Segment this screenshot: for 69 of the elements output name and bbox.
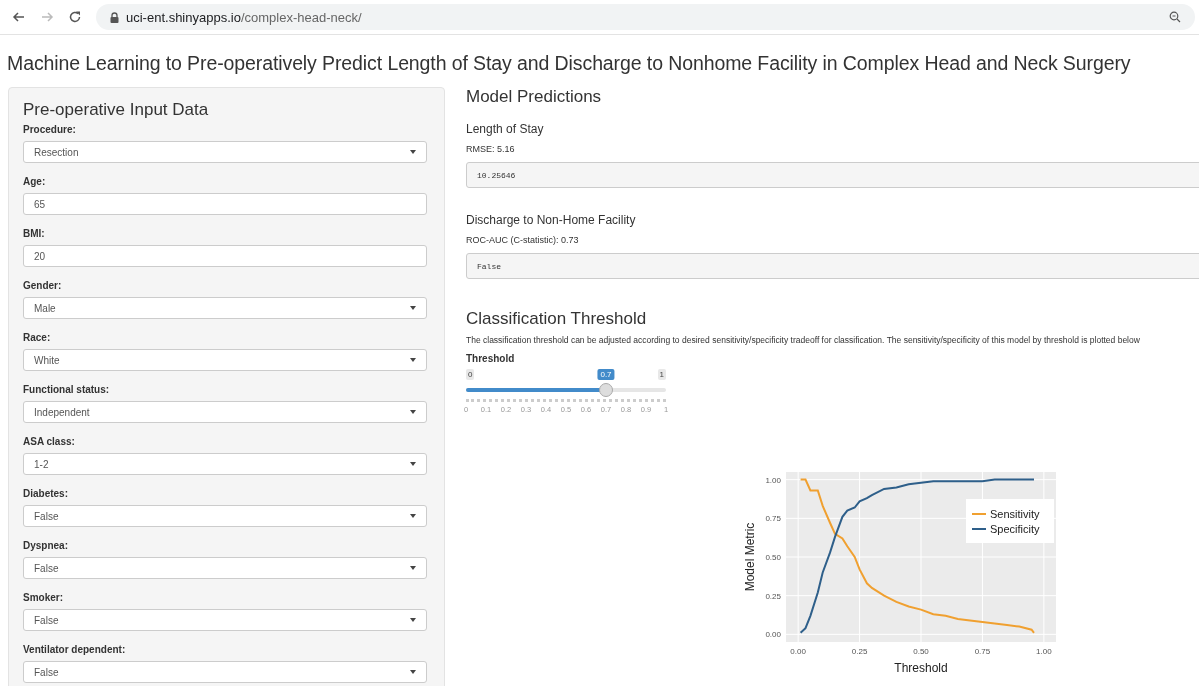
caret-icon (410, 150, 416, 154)
x-tick-label: 0.00 (790, 647, 806, 656)
url-host: uci-ent.shinyapps.io (126, 9, 241, 25)
field-label: Smoker: (23, 592, 64, 604)
select-field[interactable]: Male (23, 297, 427, 319)
back-icon[interactable] (12, 10, 26, 24)
select-field[interactable]: Resection (23, 141, 427, 163)
output-value: 10.25646 (466, 162, 1199, 188)
section-title: Model Predictions (466, 87, 603, 107)
output-value: False (466, 253, 1199, 279)
select-field[interactable]: 1-2 (23, 453, 427, 475)
caret-icon (410, 462, 416, 466)
field-label: Procedure: (23, 124, 77, 136)
select-field[interactable]: Independent (23, 401, 427, 423)
field-label: Functional status: (23, 384, 111, 396)
select-field[interactable]: False (23, 557, 427, 579)
select-field[interactable]: False (23, 505, 427, 527)
input-field[interactable]: 20 (23, 245, 427, 267)
x-tick-label: 0.25 (851, 647, 868, 656)
y-tick-label: 0.00 (765, 630, 781, 640)
caret-icon (410, 306, 416, 310)
caret-icon (410, 410, 416, 414)
value-label: 0.7 (597, 369, 615, 380)
field-label: Gender: (23, 280, 63, 292)
output-title: Length of Stay (466, 122, 545, 136)
caret-icon (410, 514, 416, 518)
x-tick-label: 1.00 (1036, 647, 1052, 656)
caret-icon (410, 670, 416, 674)
select-field[interactable]: False (23, 609, 427, 631)
output-title: Discharge to Non-Home Facility (466, 213, 637, 227)
y-axis-title: Model Metric (743, 522, 757, 592)
legend-label: Sensitivity (990, 508, 1040, 520)
y-tick-label: 0.50 (765, 553, 781, 562)
min-label: 0 (466, 369, 475, 380)
url-path: /complex-head-neck/ (240, 9, 362, 25)
caret-icon (410, 618, 416, 622)
page-title: Machine Learning to Pre-operatively Predict Length of Stay and Discharge to Nonhome Facility in Complex Head and Neck Surgery (7, 52, 1132, 75)
field-label: ASA class: (23, 436, 76, 448)
field-label: Age: (23, 176, 47, 188)
lock-icon (110, 11, 119, 23)
reload-icon[interactable] (68, 10, 82, 24)
section-title: Classification Threshold (466, 309, 648, 329)
max-label: 1 (657, 369, 666, 380)
select-field[interactable]: False (23, 661, 427, 683)
panel-title: Pre-operative Input Data (23, 100, 210, 120)
metric-text: RMSE: 5.16 (466, 144, 516, 154)
field-label: Dyspnea: (23, 540, 69, 552)
caret-icon (410, 566, 416, 570)
select-field[interactable]: White (23, 349, 427, 371)
x-axis-title: Threshold (894, 661, 948, 675)
legend-label: Specificity (990, 523, 1040, 535)
y-tick-label: 0.25 (765, 591, 781, 601)
field-label: BMI: (23, 228, 46, 240)
zoom-icon[interactable] (1169, 11, 1181, 23)
y-tick-label: 0.75 (765, 514, 781, 524)
field-label: Race: (23, 332, 52, 344)
x-tick-label: 0.50 (913, 647, 929, 656)
x-tick-label: 0.75 (974, 647, 991, 656)
metric-text: ROC-AUC (C-statistic): 0.73 (466, 235, 580, 245)
field-label: Ventilator dependent: (23, 644, 127, 656)
slider-label: Threshold (466, 353, 516, 365)
slider-track[interactable] (466, 388, 666, 392)
y-tick-label: 1.00 (765, 475, 781, 485)
caret-icon (410, 358, 416, 362)
input-field[interactable]: 65 (23, 193, 427, 215)
description-text: The classification threshold can be adjusted according to desired sensitivity/specificity tradeoff for classification. The sensitivity/specificity of this model by threshold is plotted below (466, 335, 1141, 345)
field-label: Diabetes: (23, 488, 69, 500)
address-bar[interactable]: uci-ent.shinyapps.io/complex-head-neck/ (96, 4, 1195, 30)
slider-handle[interactable] (599, 383, 613, 397)
